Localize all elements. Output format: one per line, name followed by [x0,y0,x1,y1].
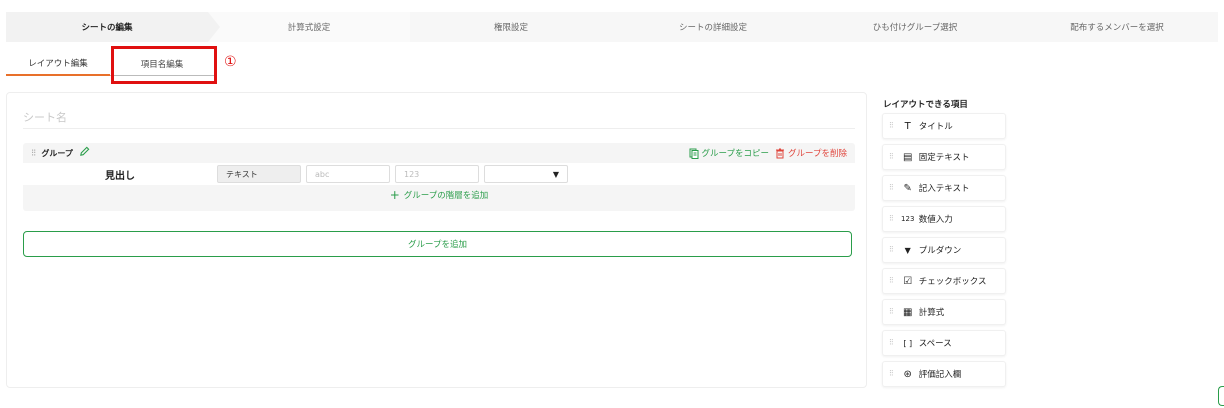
palette-item-input-text[interactable]: ⁝⁝ ✎ 記入テキスト [882,175,1006,201]
palette-item-label: 固定テキスト [918,153,970,163]
drag-handle-icon: ⁝⁝ [889,369,894,379]
step-link-group[interactable]: ひも付けグループ選択 [814,12,1016,42]
annotation-number: ① [224,54,237,70]
palette-item-checkbox[interactable]: ⁝⁝ ☑ チェックボックス [882,268,1006,294]
fixed-text-icon: ▤ [903,151,913,163]
sheet-name-input[interactable]: シート名 [23,107,855,129]
step-distribute-members[interactable]: 配布するメンバーを選択 [1016,12,1218,42]
evaluation-icon: ⊛ [903,368,912,380]
step-formula[interactable]: 計算式設定 [208,12,410,42]
palette-item-formula[interactable]: ⁝⁝ ▦ 計算式 [882,299,1006,325]
step-label: シートの詳細設定 [678,23,747,33]
drag-handle-icon: ⁝⁝ [889,214,894,224]
step-label: 配布するメンバーを選択 [1070,23,1164,33]
drag-handle-icon: ⁝⁝ [889,245,894,255]
step-label: ひも付けグループ選択 [872,23,958,33]
step-bar: シートの編集 計算式設定 権限設定 シートの詳細設定 ひも付けグループ選択 配布… [6,12,1218,42]
layout-palette: ⁝⁝ T タイトル ⁝⁝ ▤ 固定テキスト ⁝⁝ ✎ 記入テキスト ⁝⁝ 123 数値入力 ⁝⁝… [882,113,1006,392]
copy-group-button[interactable]: グループをコピー [689,147,770,159]
palette-item-label: 評価記入欄 [918,370,962,380]
pulldown-icon: ▼ [904,245,911,255]
layout-panel: シート名 ⁝⁝ グループ グループをコピー グループを削除 見出し テキスト a… [6,92,867,388]
step-sheet-edit[interactable]: シートの編集 [6,12,220,42]
text-field[interactable]: テキスト [217,165,301,183]
drag-handle-icon: ⁝⁝ [889,183,894,193]
abc-field[interactable]: abc [306,165,390,183]
plus-icon: + [389,188,400,202]
palette-item-label: チェックボックス [918,277,987,287]
trash-icon [776,148,784,158]
delete-group-label: グループを削除 [788,149,847,159]
palette-item-label: 数値入力 [918,215,953,225]
edit-text-icon: ✎ [903,182,912,194]
palette-item-label: 記入テキスト [918,184,970,194]
palette-item-evaluation[interactable]: ⁝⁝ ⊛ 評価記入欄 [882,361,1006,387]
group-title: グループ [41,148,73,158]
dropdown-field[interactable]: ▼ [484,165,568,183]
highlight-box [111,46,217,84]
group-actions: グループをコピー グループを削除 [689,147,847,159]
add-level-button[interactable]: + グループの階層を追加 [23,185,855,205]
step-label: 権限設定 [493,23,528,33]
palette-item-pulldown[interactable]: ⁝⁝ ▼ プルダウン [882,237,1006,263]
group-block: ⁝⁝ グループ グループをコピー グループを削除 見出し テキスト abc 12… [23,143,855,211]
palette-item-label: プルダウン [918,246,962,256]
number-icon: 123 [901,215,915,223]
group-header: ⁝⁝ グループ グループをコピー グループを削除 [23,143,855,163]
space-icon: [ ] [903,338,913,348]
palette-title: レイアウトできる項目 [883,100,968,110]
drag-handle-icon: ⁝⁝ [889,307,894,317]
group-row: 見出し テキスト abc 123 ▼ [23,163,855,185]
palette-item-space[interactable]: ⁝⁝ [ ] スペース [882,330,1006,356]
palette-item-number[interactable]: ⁝⁝ 123 数値入力 [882,206,1006,232]
number-field[interactable]: 123 [395,165,479,183]
palette-item-label: 計算式 [918,308,945,318]
delete-group-button[interactable]: グループを削除 [775,147,847,159]
add-group-button[interactable]: グループを追加 [23,231,852,257]
drag-handle-icon: ⁝⁝ [889,276,894,286]
palette-item-fixed-text[interactable]: ⁝⁝ ▤ 固定テキスト [882,144,1006,170]
step-label: シートの編集 [81,23,133,33]
text-type-icon: T [904,120,911,132]
step-label: 計算式設定 [287,23,331,33]
step-sheet-detail[interactable]: シートの詳細設定 [612,12,814,42]
calculator-icon: ▦ [903,306,913,318]
palette-item-title[interactable]: ⁝⁝ T タイトル [882,113,1006,139]
palette-item-label: スペース [918,339,952,349]
palette-item-label: タイトル [918,122,953,132]
checkbox-icon: ☑ [903,275,913,287]
copy-icon [689,148,698,159]
drag-handle-icon: ⁝⁝ [889,338,894,348]
tab-label: レイアウト編集 [28,59,88,69]
row-heading: 見出し [105,170,135,182]
step-permission[interactable]: 権限設定 [410,12,612,42]
pencil-icon[interactable] [79,146,90,160]
corner-tab[interactable] [1218,386,1224,406]
drag-handle-icon: ⁝⁝ [889,152,894,162]
drag-handle-icon: ⁝⁝ [889,121,894,131]
caret-down-icon: ▼ [552,169,559,179]
add-level-label: グループの階層を追加 [403,191,489,201]
drag-handle-icon[interactable]: ⁝⁝ [31,148,36,159]
copy-group-label: グループをコピー [701,149,770,159]
tab-layout-edit[interactable]: レイアウト編集 [6,52,110,76]
